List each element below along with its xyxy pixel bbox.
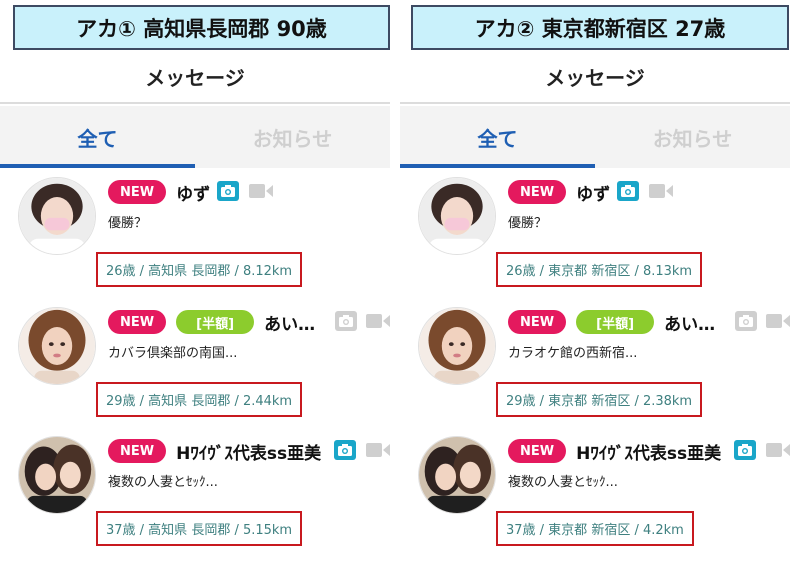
message-preview: カバラ倶楽部の南国... xyxy=(108,346,238,361)
sender-name: あい… xyxy=(664,314,716,335)
camera-icon xyxy=(734,440,756,460)
message-preview: カラオケ館の西新宿... xyxy=(508,346,638,361)
page-title: メッセージ xyxy=(0,51,390,104)
sender-row: NEW Hﾜｲｳﾞｽ代表ss亜美 xyxy=(108,438,321,464)
video-camera-icon xyxy=(366,313,390,329)
new-badge: NEW xyxy=(108,310,167,334)
new-badge: NEW xyxy=(508,439,567,463)
camera-icon xyxy=(334,440,356,460)
profile-meta: 29歳 / 高知県 長岡郡 / 2.44km xyxy=(96,382,303,417)
sender-name: あい… xyxy=(264,314,316,335)
tab-all[interactable]: 全て xyxy=(400,106,595,168)
sender-row: NEW ゆず xyxy=(108,179,210,205)
camera-icon xyxy=(735,311,757,331)
tab-bar: 全て お知らせ xyxy=(0,106,390,168)
sender-row: NEW [半額] あい… xyxy=(108,309,315,335)
video-camera-icon xyxy=(766,442,790,458)
profile-meta: 37歳 / 東京都 新宿区 / 4.2km xyxy=(496,511,694,546)
profile-meta: 26歳 / 東京都 新宿区 / 8.13km xyxy=(496,252,703,287)
account-panel-1: アカ① 高知県長岡郡 90歳 メッセージ 全て お知らせ NEW ゆず 優勝？ … xyxy=(0,0,390,561)
camera-icon xyxy=(217,181,239,201)
tab-notifications[interactable]: お知らせ xyxy=(595,106,790,168)
profile-meta: 26歳 / 高知県 長岡郡 / 8.12km xyxy=(96,252,303,287)
new-badge: NEW xyxy=(108,180,167,204)
tab-bar: 全て お知らせ xyxy=(400,106,790,168)
sender-name: Hﾜｲｳﾞｽ代表ss亜美 xyxy=(576,443,722,464)
video-camera-icon xyxy=(249,183,273,199)
avatar[interactable] xyxy=(418,307,496,385)
sender-name: Hﾜｲｳﾞｽ代表ss亜美 xyxy=(176,443,322,464)
new-badge: NEW xyxy=(508,310,567,334)
sender-name: ゆず xyxy=(176,184,211,205)
avatar[interactable] xyxy=(418,436,496,514)
sender-row: NEW Hﾜｲｳﾞｽ代表ss亜美 xyxy=(508,438,721,464)
sender-row: NEW ゆず xyxy=(508,179,610,205)
account-panel-2: アカ② 東京都新宿区 27歳 メッセージ 全て お知らせ NEW ゆず 優勝？ … xyxy=(400,0,790,561)
message-row[interactable]: NEW [半額] あい… カバラ倶楽部の南国... 29歳 / 高知県 長岡郡 … xyxy=(0,305,390,435)
avatar[interactable] xyxy=(18,177,96,255)
profile-meta: 29歳 / 東京都 新宿区 / 2.38km xyxy=(496,382,703,417)
avatar[interactable] xyxy=(18,307,96,385)
camera-icon xyxy=(617,181,639,201)
sender-name: ゆず xyxy=(576,184,611,205)
message-row[interactable]: NEW Hﾜｲｳﾞｽ代表ss亜美 複数の人妻とｾｯｸ... 37歳 / 高知県 … xyxy=(0,434,390,561)
profile-meta: 37歳 / 高知県 長岡郡 / 5.15km xyxy=(96,511,303,546)
tab-all[interactable]: 全て xyxy=(0,106,195,168)
avatar[interactable] xyxy=(418,177,496,255)
video-camera-icon xyxy=(649,183,673,199)
video-camera-icon xyxy=(766,313,790,329)
message-preview: 複数の人妻とｾｯｸ... xyxy=(508,475,618,490)
tab-notifications[interactable]: お知らせ xyxy=(195,106,390,168)
avatar[interactable] xyxy=(18,436,96,514)
half-price-badge: [半額] xyxy=(176,310,255,334)
message-row[interactable]: NEW ゆず 優勝？ 26歳 / 東京都 新宿区 / 8.13km xyxy=(400,175,790,305)
video-camera-icon xyxy=(366,442,390,458)
new-badge: NEW xyxy=(508,180,567,204)
half-price-badge: [半額] xyxy=(576,310,655,334)
message-row[interactable]: NEW [半額] あい… カラオケ館の西新宿... 29歳 / 東京都 新宿区 … xyxy=(400,305,790,435)
account-label-banner: アカ② 東京都新宿区 27歳 xyxy=(411,5,789,50)
new-badge: NEW xyxy=(108,439,167,463)
sender-row: NEW [半額] あい… xyxy=(508,309,715,335)
camera-icon xyxy=(335,311,357,331)
message-preview: 優勝？ xyxy=(508,216,548,231)
message-row[interactable]: NEW ゆず 優勝？ 26歳 / 高知県 長岡郡 / 8.12km xyxy=(0,175,390,305)
account-label-banner: アカ① 高知県長岡郡 90歳 xyxy=(13,5,390,50)
page-title: メッセージ xyxy=(400,51,790,104)
message-preview: 複数の人妻とｾｯｸ... xyxy=(108,475,218,490)
message-row[interactable]: NEW Hﾜｲｳﾞｽ代表ss亜美 複数の人妻とｾｯｸ... 37歳 / 東京都 … xyxy=(400,434,790,561)
message-preview: 優勝？ xyxy=(108,216,148,231)
